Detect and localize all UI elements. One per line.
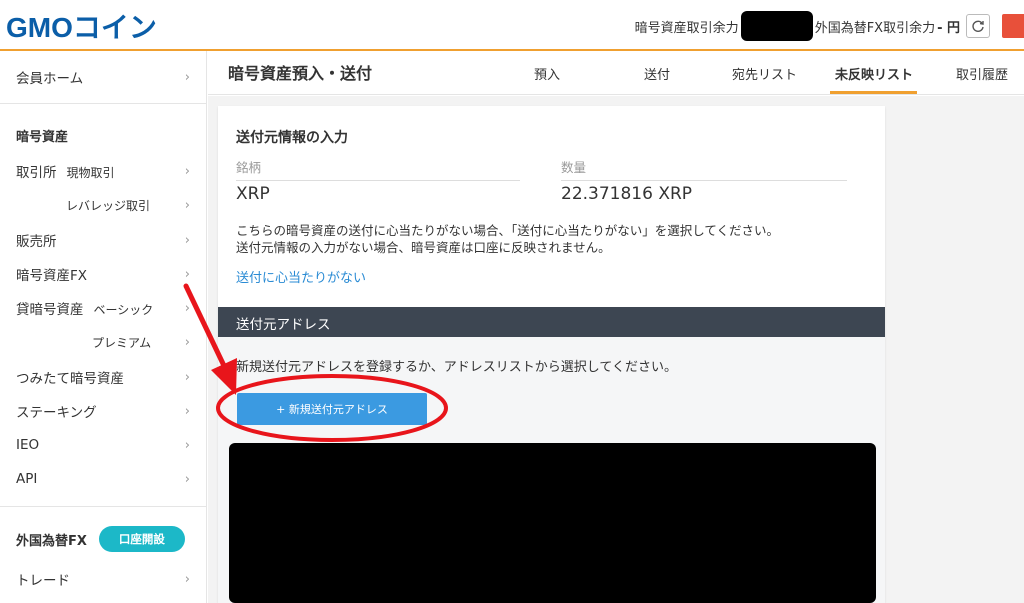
source-address-section-header: 送付元アドレス [218, 307, 885, 337]
sidebar-divider [0, 103, 207, 104]
crypto-balance-label: 暗号資産取引余力 [634, 20, 739, 36]
sidebar-item-crypto-fx[interactable]: 暗号資産FX › [16, 262, 190, 286]
chevron-right-icon: › [184, 69, 190, 85]
refresh-icon [972, 20, 984, 32]
sidebar-item-trade[interactable]: トレード › [16, 567, 190, 591]
chevron-right-icon: › [184, 471, 190, 487]
chevron-right-icon: › [184, 334, 190, 350]
tab-send[interactable]: 送付 [644, 64, 670, 83]
card-title: 送付元情報の入力 [236, 130, 348, 146]
redacted-address-list [229, 443, 876, 603]
sidebar: 会員ホーム › 暗号資産 取引所 現物取引 › レバレッジ取引 › 販売所 › 暗号資産F… [0, 51, 207, 603]
sidebar-item-staking[interactable]: ステーキング › [16, 399, 190, 423]
sidebar-sub-spot[interactable]: 現物取引 [67, 166, 115, 180]
sidebar-item-exchange[interactable]: 取引所 現物取引 › [16, 159, 190, 183]
sidebar-heading-fx: 外国為替FX 口座開設 [16, 526, 185, 552]
redacted-balance [740, 11, 813, 41]
sidebar-item-lending[interactable]: 貸暗号資産 ベーシック › [16, 296, 190, 320]
gmo-coin-logo[interactable]: GMOコイン [6, 12, 201, 44]
fx-balance-value: - 円 [937, 20, 960, 36]
svg-text:GMOコイン: GMOコイン [6, 12, 157, 43]
no-idea-link[interactable]: 送付に心当たりがない [236, 267, 366, 286]
chevron-right-icon: › [184, 163, 190, 179]
sidebar-item-premium[interactable]: プレミアム › [16, 330, 190, 354]
chevron-right-icon: › [184, 300, 190, 316]
sidebar-item-sales[interactable]: 販売所 › [16, 228, 190, 252]
chevron-right-icon: › [184, 232, 190, 248]
sidebar-item-tsumitate[interactable]: つみたて暗号資産 › [16, 365, 190, 389]
quantity-label: 数量 [561, 160, 587, 175]
chevron-right-icon: › [184, 197, 190, 213]
page-title: 暗号資産預入・送付 [228, 64, 373, 83]
header-action-button[interactable] [1002, 14, 1024, 38]
active-tab-indicator [830, 91, 917, 94]
chevron-right-icon: › [184, 266, 190, 282]
sidebar-divider [0, 506, 207, 507]
fx-balance-label: 外国為替FX取引余力 [814, 20, 936, 36]
sidebar-item-api[interactable]: API › [16, 467, 190, 491]
chevron-right-icon: › [184, 403, 190, 419]
source-address-instruction: 新規送付元アドレスを登録するか、アドレスリストから選択してください。 [236, 360, 677, 375]
refresh-button[interactable] [966, 14, 990, 38]
symbol-divider [236, 180, 520, 181]
chevron-right-icon: › [184, 369, 190, 385]
sidebar-item-ieo[interactable]: IEO › [16, 433, 190, 457]
chevron-right-icon: › [184, 571, 190, 587]
chevron-right-icon: › [184, 437, 190, 453]
notice-text-2: 送付元情報の入力がない場合、暗号資産は口座に反映されません。 [236, 240, 611, 255]
quantity-divider [561, 180, 847, 181]
tab-history[interactable]: 取引履歴 [956, 64, 1008, 83]
open-account-button[interactable]: 口座開設 [98, 526, 185, 552]
symbol-label: 銘柄 [236, 160, 262, 175]
quantity-value: 22.371816 XRP [561, 184, 693, 204]
sidebar-sub-basic[interactable]: ベーシック [94, 303, 154, 317]
balance-area: 暗号資産取引余力 外国為替FX取引余力 - 円 [634, 11, 1024, 41]
sidebar-item-home[interactable]: 会員ホーム › [16, 65, 190, 89]
add-source-address-button[interactable]: + 新規送付元アドレス [237, 393, 427, 425]
tab-unreflected-list[interactable]: 未反映リスト [835, 64, 913, 83]
sidebar-item-leverage[interactable]: レバレッジ取引 › [16, 193, 190, 217]
symbol-value: XRP [236, 184, 270, 204]
top-header: GMOコイン 暗号資産取引余力 外国為替FX取引余力 - 円 [0, 0, 1024, 51]
tab-deposit[interactable]: 預入 [534, 64, 560, 83]
sidebar-heading-crypto: 暗号資産 [16, 130, 69, 145]
tab-destination-list[interactable]: 宛先リスト [732, 64, 797, 83]
